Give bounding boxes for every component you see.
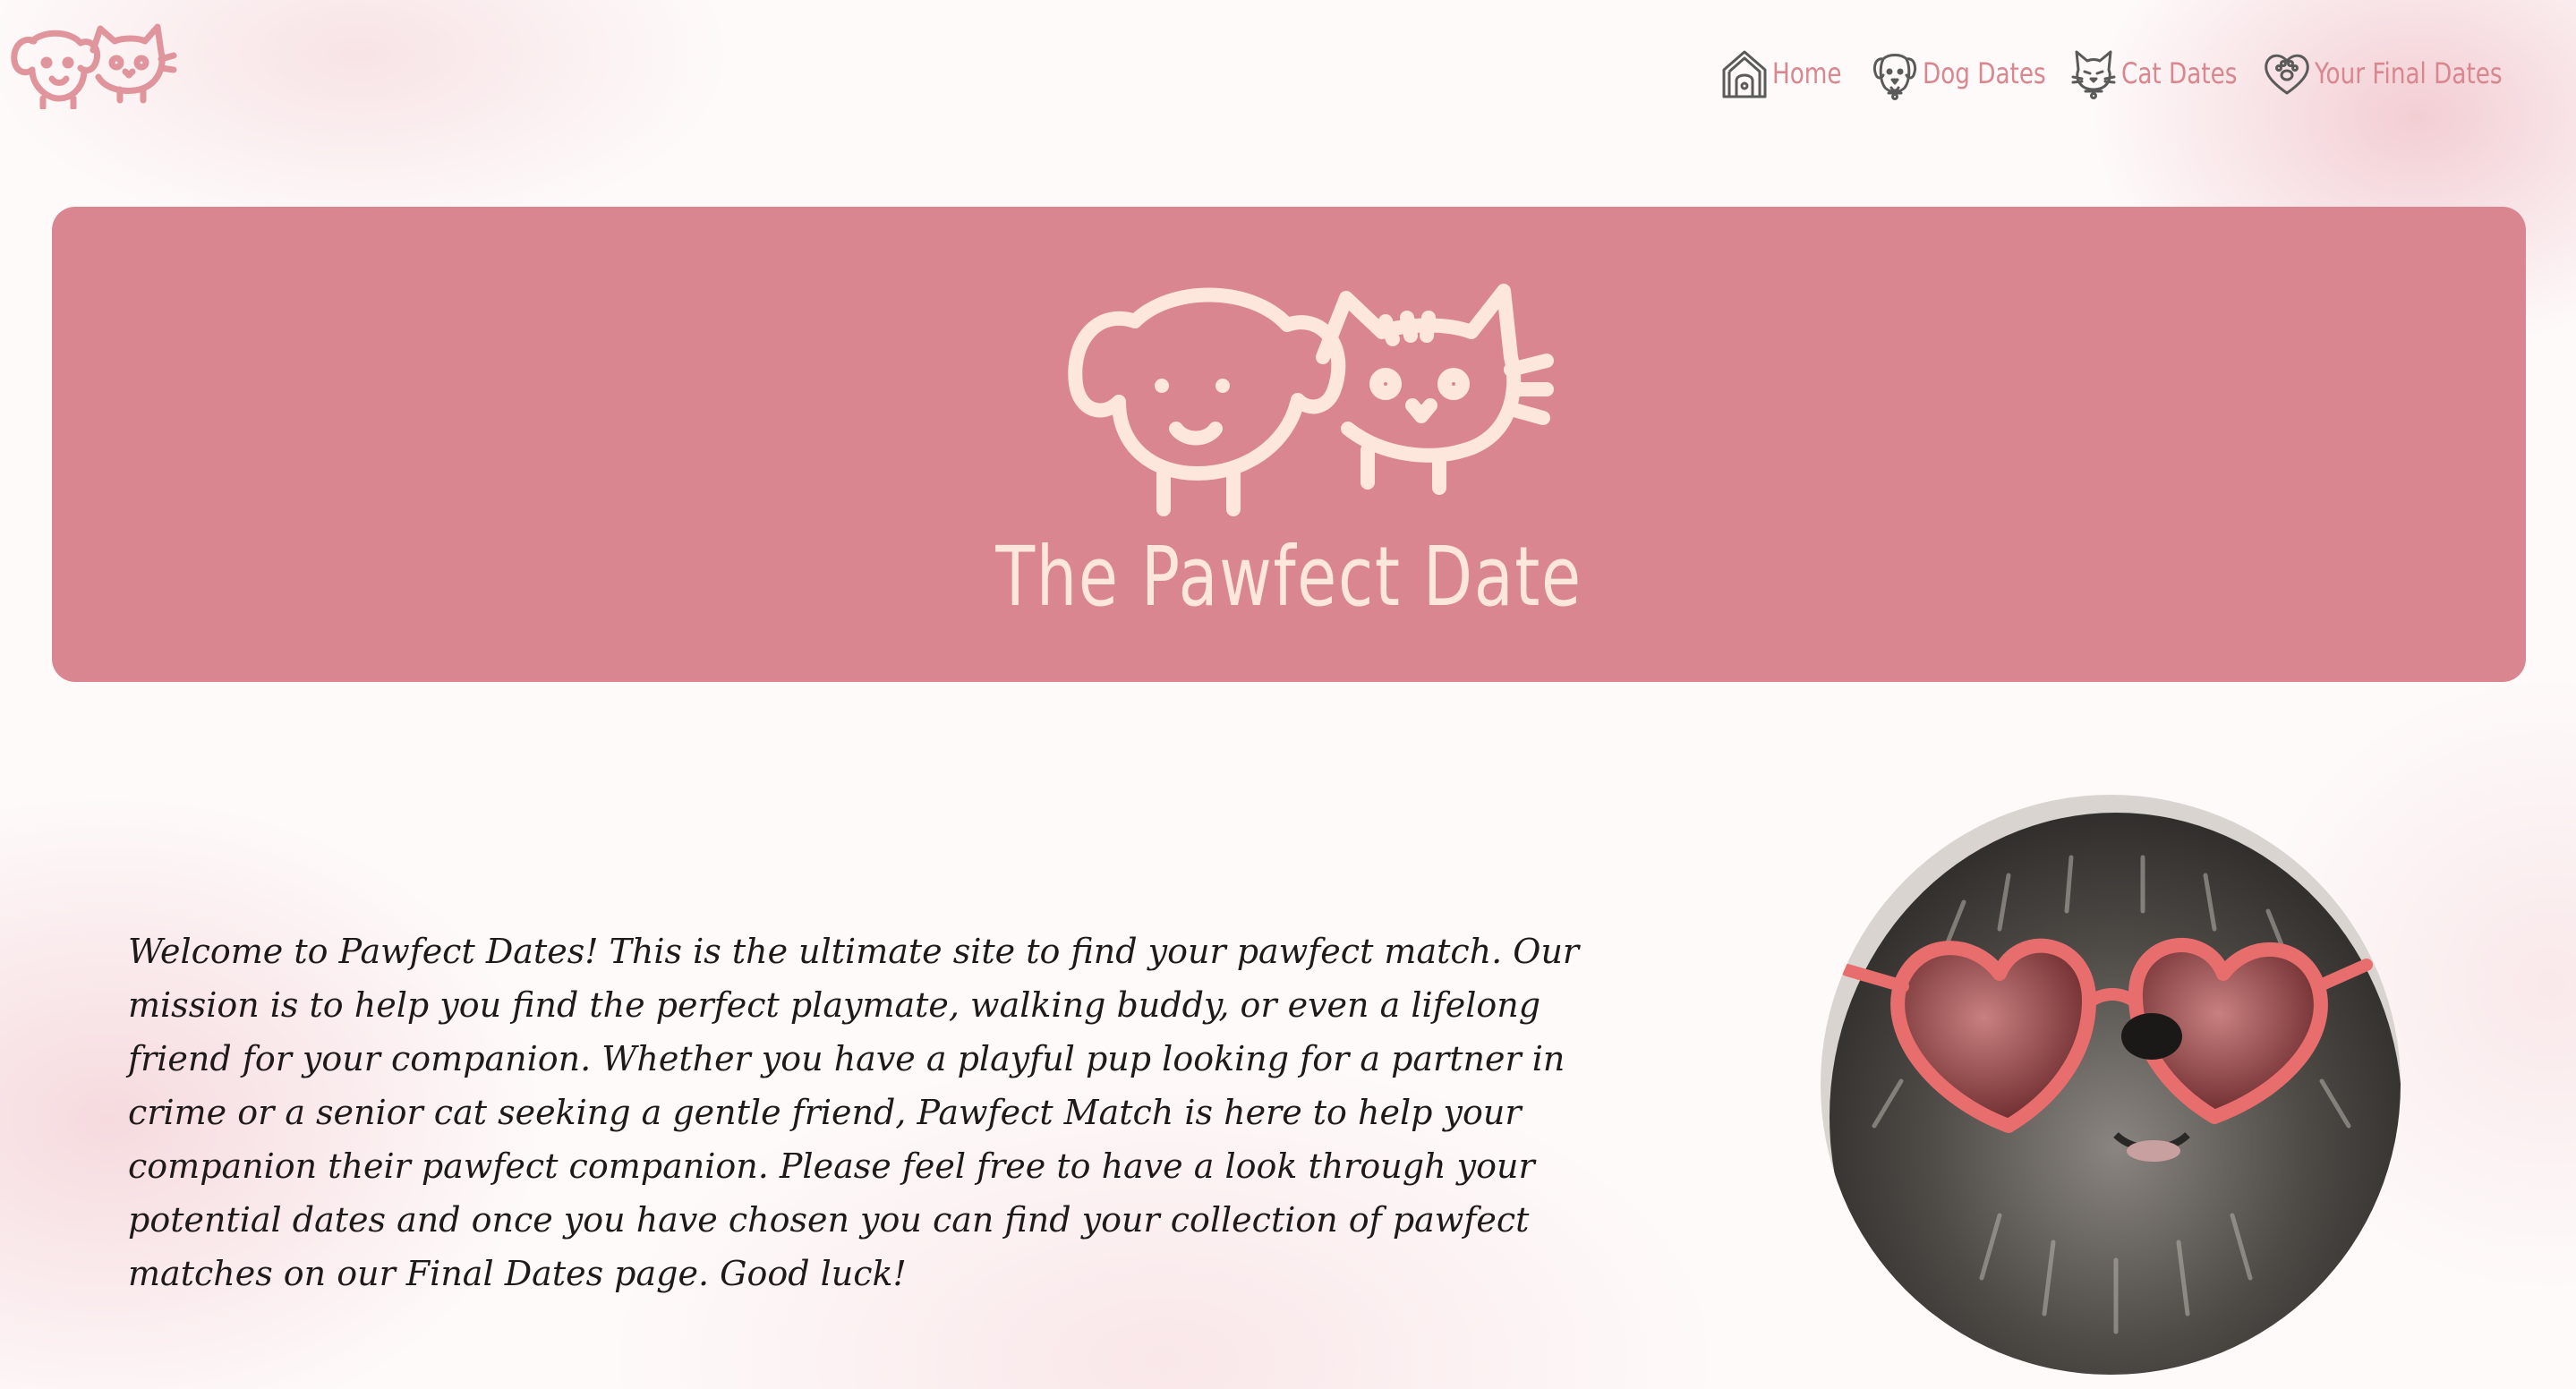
nav-dog-dates-label: Dog Dates — [1923, 56, 2046, 90]
dog-cat-logo-icon — [11, 23, 177, 111]
hero-logo — [1063, 259, 1600, 518]
dog-with-heart-sunglasses-image — [1821, 795, 2401, 1375]
nav-home-label: Home — [1772, 56, 1842, 90]
nav-final-dates-label: Your Final Dates — [2315, 56, 2503, 90]
nav-final-dates[interactable]: Your Final Dates — [2263, 47, 2504, 100]
intro-text: Welcome to Pawfect Dates! This is the ul… — [128, 932, 1580, 1293]
hero-banner: The Pawfect Date — [52, 207, 2526, 682]
nav-cat-dates-label: Cat Dates — [2121, 56, 2238, 90]
site-logo[interactable] — [7, 14, 177, 111]
nav-home[interactable]: Home — [1720, 47, 1844, 100]
dog-cat-logo-icon — [1068, 284, 1554, 516]
cat-face-icon — [2069, 47, 2118, 100]
heart-paw-icon — [2263, 47, 2311, 100]
dog-photo — [1821, 795, 2401, 1375]
dog-house-icon — [1720, 47, 1769, 100]
main-nav: Home Dog Dates Cat Dates Your Final Date… — [1720, 47, 2504, 100]
nav-dog-dates[interactable]: Dog Dates — [1871, 47, 2046, 100]
dog-face-icon — [1871, 47, 1919, 100]
hero-title: The Pawfect Date — [995, 529, 1582, 625]
nav-cat-dates[interactable]: Cat Dates — [2069, 47, 2238, 100]
